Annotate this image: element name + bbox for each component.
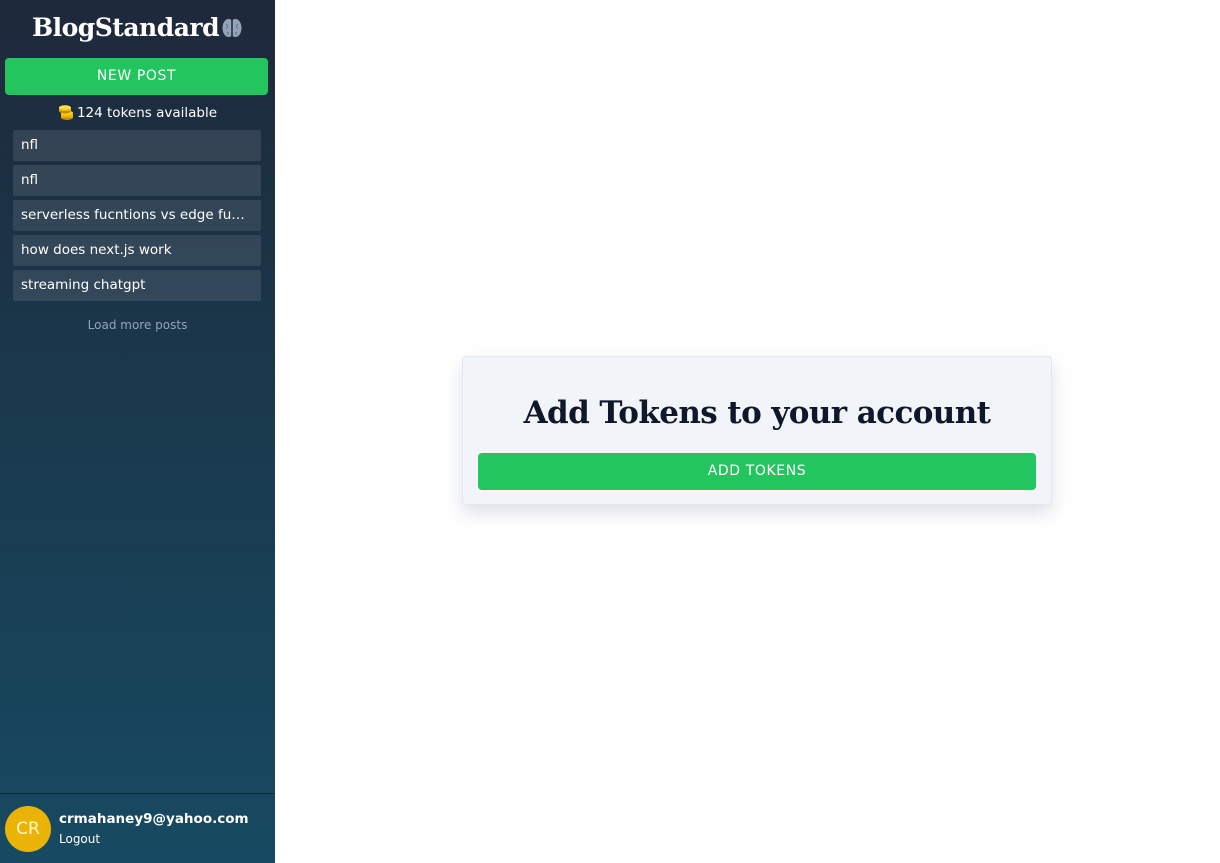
- load-more-posts-link[interactable]: Load more posts: [0, 318, 275, 332]
- brain-icon: [221, 16, 243, 38]
- user-info: crmahaney9@yahoo.com Logout: [59, 811, 249, 846]
- post-list-item[interactable]: streaming chatgpt: [13, 270, 261, 301]
- main-content: Add Tokens to your account ADD TOKENS: [275, 0, 1220, 863]
- app-root: BlogStandard NEW POST 124 tokens availab…: [0, 0, 1220, 863]
- user-email: crmahaney9@yahoo.com: [59, 811, 249, 827]
- logo-text: BlogStandard: [31, 12, 220, 42]
- coins-icon: [58, 105, 74, 121]
- post-list-item[interactable]: serverless fucntions vs edge functions: [13, 200, 261, 231]
- post-list-item[interactable]: nfl: [13, 165, 261, 196]
- user-panel: CR crmahaney9@yahoo.com Logout: [0, 793, 275, 863]
- post-list-item[interactable]: how does next.js work: [13, 235, 261, 266]
- add-tokens-card: Add Tokens to your account ADD TOKENS: [462, 356, 1052, 505]
- add-tokens-button[interactable]: ADD TOKENS: [478, 453, 1036, 490]
- new-post-button[interactable]: NEW POST: [5, 58, 268, 95]
- post-list-item[interactable]: nfl: [13, 130, 261, 161]
- tokens-link[interactable]: 124 tokens available: [0, 103, 275, 123]
- avatar: CR: [5, 805, 51, 852]
- app-logo[interactable]: BlogStandard: [0, 0, 275, 54]
- sidebar: BlogStandard NEW POST 124 tokens availab…: [0, 0, 275, 863]
- post-list: nfl nfl serverless fucntions vs edge fun…: [13, 130, 261, 301]
- card-title: Add Tokens to your account: [523, 395, 991, 431]
- logout-link[interactable]: Logout: [59, 832, 249, 846]
- tokens-count-text: 124 tokens available: [76, 105, 218, 121]
